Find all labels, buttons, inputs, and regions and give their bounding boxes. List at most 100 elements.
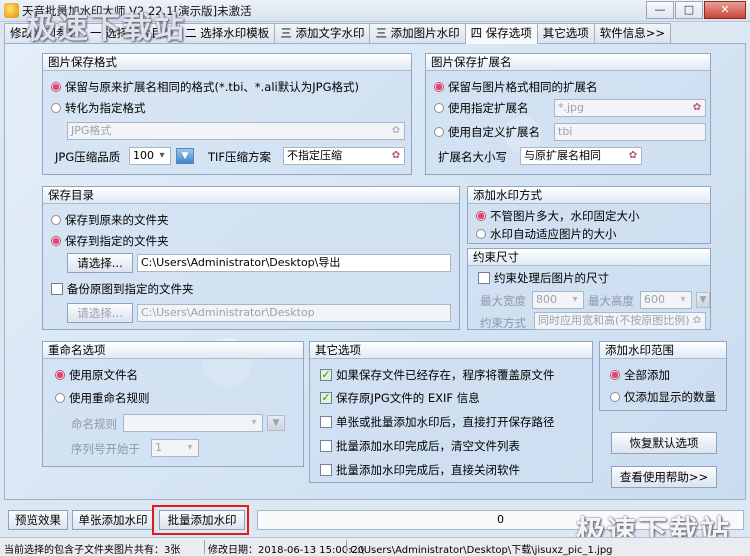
tif-compression-label: TIF压缩方案 <box>208 150 272 164</box>
rename-group: 重命名选项 使用原文件名 使用重命名规则 命名规则 ▾ ▼ 序列号开始于 1 ▾ <box>42 341 304 467</box>
progress-bar: 0 <box>257 510 744 530</box>
tab-image-watermark[interactable]: 三 添加图片水印 <box>369 23 466 43</box>
use-original-name-radio[interactable]: 使用原文件名 <box>55 366 138 384</box>
radio-dot <box>610 370 620 380</box>
chevron-down-icon: ▾ <box>680 294 686 305</box>
file-path-text: C:\Users\Administrator\Desktop\下载\jisuxz… <box>350 545 613 556</box>
down-triangle-icon[interactable]: ▼ <box>696 292 710 308</box>
tab-save-options[interactable]: 四 保存选项 <box>464 23 538 44</box>
close-app-checkbox[interactable]: 批量添加水印完成后，直接关闭软件 <box>320 461 520 479</box>
radio-dot <box>55 370 65 380</box>
overwrite-existing-checkbox[interactable]: ✓ 如果保存文件已经存在，程序将覆盖原文件 <box>320 366 555 384</box>
group-title: 添加水印范围 <box>600 342 726 359</box>
original-folder-radio[interactable]: 保存到原来的文件夹 <box>51 211 169 229</box>
save-directory-group: 保存目录 保存到原来的文件夹 保存到指定的文件夹 请选择... C:\Users… <box>42 186 460 330</box>
add-visible-radio[interactable]: 仅添加显示的数量 <box>610 388 716 406</box>
constrain-size-checkbox[interactable]: 约束处理后图片的尺寸 <box>478 269 609 287</box>
tab-select-template[interactable]: 二 选择水印模板 <box>179 23 276 43</box>
butterfly-dropdown-icon: ✿ <box>692 315 702 326</box>
chevron-down-icon: ▾ <box>251 417 257 428</box>
tab-strip: 修改水印参数 一 选择图片目录 二 选择水印模板 三 添加文字水印 三 添加图片… <box>4 23 746 44</box>
specified-folder-radio[interactable]: 保存到指定的文件夹 <box>51 232 169 250</box>
ext-case-select[interactable]: 与原扩展名相同 ✿ <box>520 147 642 165</box>
specified-ext-radio[interactable]: 使用指定扩展名 <box>434 99 529 117</box>
tab-select-folder[interactable]: 一 选择图片目录 <box>84 23 181 43</box>
radio-dot <box>610 392 620 402</box>
maximize-button[interactable]: □ <box>675 1 703 19</box>
radio-dot <box>476 229 486 239</box>
add-all-radio[interactable]: 全部添加 <box>610 366 670 384</box>
window-controls: — □ ✕ <box>645 1 746 20</box>
radio-dot <box>434 127 444 137</box>
modified-date-text: 修改日期：2018-06-13 15:00:20 <box>208 545 365 556</box>
adaptive-size-radio[interactable]: 水印自动适应图片的大小 <box>476 225 617 243</box>
butterfly-dropdown-icon: ✿ <box>391 125 401 136</box>
down-triangle-icon[interactable]: ▼ <box>267 415 285 431</box>
naming-rule-select[interactable]: ▾ <box>123 414 263 432</box>
custom-ext-input[interactable]: tbi <box>554 123 706 141</box>
group-title: 重命名选项 <box>43 342 303 359</box>
backup-browse-button[interactable]: 请选择... <box>67 303 133 323</box>
restore-defaults-button[interactable]: 恢复默认选项 <box>611 432 717 454</box>
convert-format-radio[interactable]: 转化为指定格式 <box>51 99 146 117</box>
status-bar: 当前选择的包含子文件夹图片共有：3张 修改日期：2018-06-13 15:00… <box>0 537 750 556</box>
max-width-label: 最大宽度 <box>480 294 526 308</box>
max-height-label: 最大高度 <box>588 294 634 308</box>
check-mark-icon: ✓ <box>320 368 332 381</box>
fixed-size-radio[interactable]: 不管图片多大，水印固定大小 <box>476 207 640 225</box>
backup-path-input[interactable]: C:\Users\Administrator\Desktop <box>137 304 451 322</box>
single-add-button[interactable]: 单张添加水印 <box>72 510 154 530</box>
naming-rule-label: 命名规则 <box>71 417 117 431</box>
browse-folder-button[interactable]: 请选择... <box>67 253 133 273</box>
checkbox-box <box>478 272 490 284</box>
action-bar: 预览效果 单张添加水印 批量添加水印 0 <box>4 502 746 536</box>
group-title: 保存目录 <box>43 187 459 204</box>
custom-ext-radio[interactable]: 使用自定义扩展名 <box>434 123 540 141</box>
clear-list-checkbox[interactable]: 批量添加水印完成后，清空文件列表 <box>320 437 520 455</box>
group-title: 其它选项 <box>310 342 592 359</box>
minimize-button[interactable]: — <box>646 1 674 19</box>
close-button[interactable]: ✕ <box>704 1 746 19</box>
radio-dot <box>434 103 444 113</box>
view-help-button[interactable]: 查看使用帮助>> <box>611 466 717 488</box>
format-select[interactable]: JPG格式 ✿ <box>67 122 405 140</box>
radio-dot <box>51 236 61 246</box>
keep-format-radio[interactable]: 保留与原来扩展名相同的格式(*.tbi、*.ali默认为JPG格式) <box>51 78 359 96</box>
constraint-method-label: 约束方式 <box>480 316 526 330</box>
jpg-quality-input[interactable]: 100 ▾ <box>129 147 171 165</box>
tab-text-watermark[interactable]: 三 添加文字水印 <box>274 23 371 43</box>
specified-ext-select[interactable]: *.jpg ✿ <box>554 99 706 117</box>
radio-dot <box>476 211 486 221</box>
butterfly-dropdown-icon: ✿ <box>692 102 702 113</box>
tab-other-options[interactable]: 其它选项 <box>536 23 595 43</box>
down-triangle-icon[interactable]: ▼ <box>176 148 194 164</box>
chevron-down-icon: ▾ <box>159 150 165 161</box>
other-options-group: 其它选项 ✓ 如果保存文件已经存在，程序将覆盖原文件 ✓ 保存原JPG文件的 E… <box>309 341 593 483</box>
constraint-size-group: 约束尺寸 约束处理后图片的尺寸 最大宽度 800 ▾ 最大高度 600 ▾ ▼ … <box>467 248 711 330</box>
keep-same-ext-radio[interactable]: 保留与图片格式相同的扩展名 <box>434 78 598 96</box>
watermark-mode-group: 添加水印方式 不管图片多大，水印固定大小 水印自动适应图片的大小 <box>467 186 711 244</box>
extension-group: 图片保存扩展名 保留与图片格式相同的扩展名 使用指定扩展名 *.jpg ✿ 使用… <box>425 53 711 175</box>
group-title: 图片保存格式 <box>43 54 411 71</box>
checkbox-box <box>51 283 63 295</box>
constraint-method-select[interactable]: 同时应用宽和高(不按原图比例) ✿ <box>534 312 706 330</box>
tab-modify-params[interactable]: 修改水印参数 <box>4 23 85 43</box>
checkbox-box <box>320 416 332 428</box>
butterfly-dropdown-icon: ✿ <box>628 150 638 161</box>
max-height-input[interactable]: 600 ▾ <box>640 291 692 309</box>
tab-software-info[interactable]: 软件信息>> <box>593 23 672 43</box>
sequence-start-input[interactable]: 1 ▾ <box>151 439 199 457</box>
group-title: 添加水印方式 <box>468 187 710 204</box>
group-title: 约束尺寸 <box>468 249 710 266</box>
save-path-input[interactable]: C:\Users\Administrator\Desktop\导出 <box>137 254 451 272</box>
group-title: 图片保存扩展名 <box>426 54 710 71</box>
use-rename-rule-radio[interactable]: 使用重命名规则 <box>55 389 150 407</box>
open-save-path-checkbox[interactable]: 单张或批量添加水印后，直接打开保存路径 <box>320 413 555 431</box>
keep-exif-checkbox[interactable]: ✓ 保存原JPG文件的 EXIF 信息 <box>320 389 480 407</box>
preview-button[interactable]: 预览效果 <box>8 510 68 530</box>
backup-original-checkbox[interactable]: 备份原图到指定的文件夹 <box>51 280 194 298</box>
chevron-down-icon: ▾ <box>572 294 578 305</box>
max-width-input[interactable]: 800 ▾ <box>532 291 584 309</box>
tif-compression-select[interactable]: 不指定压缩 ✿ <box>283 147 405 165</box>
check-mark-icon: ✓ <box>320 391 332 404</box>
